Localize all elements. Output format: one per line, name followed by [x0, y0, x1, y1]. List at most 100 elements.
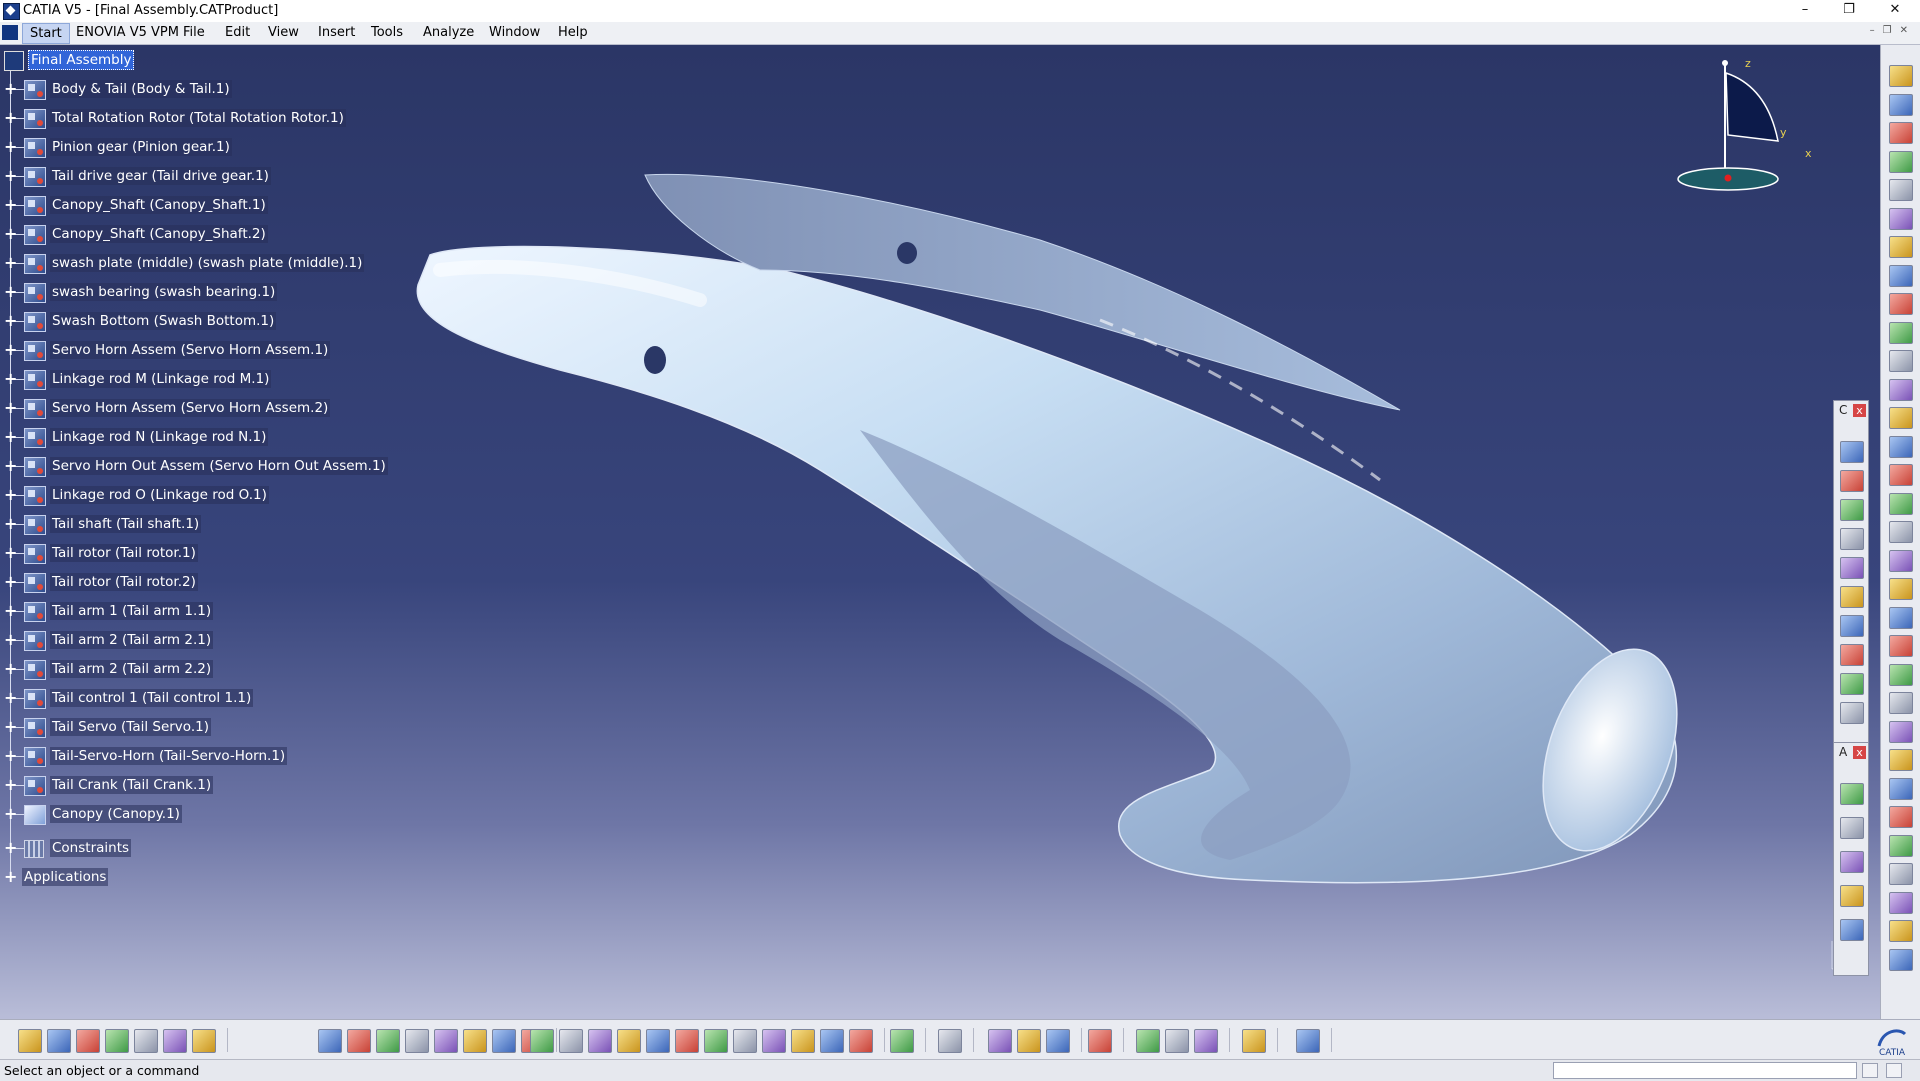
toolbar-close-button[interactable]: x	[1853, 746, 1866, 759]
constraint-tool-icon[interactable]	[1840, 615, 1864, 637]
standard-tool-icon[interactable]	[646, 1029, 670, 1053]
expand-icon[interactable]: +	[4, 719, 17, 735]
expand-icon[interactable]: +	[4, 110, 17, 126]
annotation-tool-icon[interactable]	[1840, 817, 1864, 839]
expand-icon[interactable]: +	[4, 226, 17, 242]
standard-tool-icon[interactable]	[791, 1029, 815, 1053]
tree-item[interactable]: + Swash Bottom (Swash Bottom.1)	[0, 310, 420, 334]
standard-tool-icon[interactable]	[704, 1029, 728, 1053]
constraint-tool-icon[interactable]	[1840, 470, 1864, 492]
menu-view[interactable]: View	[268, 25, 299, 40]
workbench-tool-icon[interactable]	[1889, 350, 1913, 372]
standard-tool-icon[interactable]	[463, 1029, 487, 1053]
workbench-tool-icon[interactable]	[1889, 692, 1913, 714]
standard-tool-icon[interactable]	[18, 1029, 42, 1053]
expand-icon[interactable]: +	[4, 806, 17, 822]
status-button[interactable]	[1862, 1063, 1878, 1078]
standard-tool-icon[interactable]	[347, 1029, 371, 1053]
tree-item[interactable]: + Total Rotation Rotor (Total Rotation Ro…	[0, 107, 420, 131]
standard-tool-icon[interactable]	[405, 1029, 429, 1053]
expand-icon[interactable]: +	[4, 632, 17, 648]
tree-item-label[interactable]: Applications	[22, 868, 109, 886]
tree-item[interactable]: + Tail arm 2 (Tail arm 2.2)	[0, 658, 420, 682]
annotation-tool-icon[interactable]	[1840, 885, 1864, 907]
tree-item-label[interactable]: Canopy_Shaft (Canopy_Shaft.2)	[50, 225, 268, 243]
tree-item-label[interactable]: Linkage rod N (Linkage rod N.1)	[50, 428, 269, 446]
tree-item[interactable]: + Servo Horn Out Assem (Servo Horn Out As…	[0, 455, 420, 479]
catia-app-icon[interactable]	[3, 3, 20, 20]
constraint-tool-icon[interactable]	[1840, 441, 1864, 463]
expand-icon[interactable]: +	[4, 458, 17, 474]
menu-analyze[interactable]: Analyze	[423, 25, 474, 40]
tree-item[interactable]: + Tail rotor (Tail rotor.2)	[0, 571, 420, 595]
standard-tool-icon[interactable]	[938, 1029, 962, 1053]
workbench-tool-icon[interactable]	[1889, 407, 1913, 429]
tree-item-label[interactable]: Servo Horn Assem (Servo Horn Assem.2)	[50, 399, 331, 417]
workbench-tool-icon[interactable]	[1889, 606, 1913, 629]
standard-tool-icon[interactable]	[1194, 1029, 1218, 1053]
tree-item[interactable]: + Tail arm 1 (Tail arm 1.1)	[0, 600, 420, 624]
tree-item[interactable]: + swash plate (middle) (swash plate (midd…	[0, 252, 420, 276]
tree-item-label[interactable]: swash plate (middle) (swash plate (middl…	[50, 254, 365, 272]
menu-help[interactable]: Help	[558, 25, 588, 40]
constraint-tool-icon[interactable]	[1840, 673, 1864, 695]
status-button[interactable]	[1886, 1063, 1902, 1078]
tree-item-applications[interactable]: + Applications	[0, 866, 420, 890]
tree-item-label[interactable]: Swash Bottom (Swash Bottom.1)	[50, 312, 277, 330]
tree-item-label[interactable]: Tail arm 1 (Tail arm 1.1)	[50, 602, 214, 620]
workbench-tool-icon[interactable]	[1889, 321, 1913, 344]
standard-tool-icon[interactable]	[1165, 1029, 1189, 1053]
expand-icon[interactable]: +	[4, 197, 17, 213]
tree-item[interactable]: + Canopy (Canopy.1)	[0, 803, 420, 827]
expand-icon[interactable]: +	[4, 661, 17, 677]
tree-item[interactable]: + Tail drive gear (Tail drive gear.1)	[0, 165, 420, 189]
expand-icon[interactable]: +	[4, 574, 17, 590]
tree-item[interactable]: + Canopy_Shaft (Canopy_Shaft.1)	[0, 194, 420, 218]
standard-tool-icon[interactable]	[890, 1029, 914, 1053]
expand-icon[interactable]: +	[4, 869, 17, 885]
tree-item-label[interactable]: Tail-Servo-Horn (Tail-Servo-Horn.1)	[50, 747, 288, 765]
tree-item-label[interactable]: Linkage rod M (Linkage rod M.1)	[50, 370, 272, 388]
menu-edit[interactable]: Edit	[225, 25, 250, 40]
tree-item[interactable]: + Tail-Servo-Horn (Tail-Servo-Horn.1)	[0, 745, 420, 769]
standard-tool-icon[interactable]	[1088, 1029, 1112, 1053]
mdi-window-controls[interactable]: –❐✕	[1870, 25, 1916, 36]
expand-icon[interactable]: +	[4, 545, 17, 561]
workbench-tool-icon[interactable]	[1889, 578, 1913, 600]
workbench-tool-icon[interactable]	[1889, 65, 1913, 87]
expand-icon[interactable]: +	[4, 777, 17, 793]
toolbar-close-button[interactable]: x	[1853, 404, 1866, 417]
tree-item[interactable]: + Tail Servo (Tail Servo.1)	[0, 716, 420, 740]
tree-item-label[interactable]: Tail drive gear (Tail drive gear.1)	[50, 167, 271, 185]
tree-item-label[interactable]: Tail arm 2 (Tail arm 2.1)	[50, 631, 214, 649]
expand-icon[interactable]: +	[4, 342, 17, 358]
tree-item-label[interactable]: Tail shaft (Tail shaft.1)	[50, 515, 202, 533]
standard-tool-icon[interactable]	[134, 1029, 158, 1053]
expand-icon[interactable]: +	[4, 139, 17, 155]
workbench-tool-icon[interactable]	[1889, 264, 1913, 287]
constraint-tool-icon[interactable]	[1840, 557, 1864, 579]
standard-tool-icon[interactable]	[1296, 1029, 1320, 1053]
workbench-tool-icon[interactable]	[1889, 663, 1913, 686]
standard-tool-icon[interactable]	[492, 1029, 516, 1053]
standard-tool-icon[interactable]	[530, 1029, 554, 1053]
tree-item[interactable]: + Canopy_Shaft (Canopy_Shaft.2)	[0, 223, 420, 247]
tree-item[interactable]: + Linkage rod O (Linkage rod O.1)	[0, 484, 420, 508]
expand-icon[interactable]: +	[4, 371, 17, 387]
minimize-button[interactable]: –	[1782, 0, 1828, 22]
workbench-tool-icon[interactable]	[1889, 920, 1913, 942]
tree-item[interactable]: + Linkage rod M (Linkage rod M.1)	[0, 368, 420, 392]
tree-item[interactable]: + Pinion gear (Pinion gear.1)	[0, 136, 420, 160]
tree-item[interactable]: + Linkage rod N (Linkage rod N.1)	[0, 426, 420, 450]
floating-toolbar-annotations[interactable]: A x	[1833, 742, 1869, 976]
tree-item-label[interactable]: Body & Tail (Body & Tail.1)	[50, 80, 232, 98]
workbench-tool-icon[interactable]	[1889, 863, 1913, 885]
expand-icon[interactable]: +	[4, 516, 17, 532]
tree-item-label[interactable]: Constraints	[50, 839, 132, 857]
workbench-tool-icon[interactable]	[1889, 720, 1913, 743]
workbench-tool-icon[interactable]	[1889, 293, 1913, 315]
tree-item-label[interactable]: Linkage rod O (Linkage rod O.1)	[50, 486, 269, 504]
workbench-tool-icon[interactable]	[1889, 207, 1913, 230]
expand-icon[interactable]: +	[4, 748, 17, 764]
tree-item-label[interactable]: Servo Horn Out Assem (Servo Horn Out Ass…	[50, 457, 388, 475]
